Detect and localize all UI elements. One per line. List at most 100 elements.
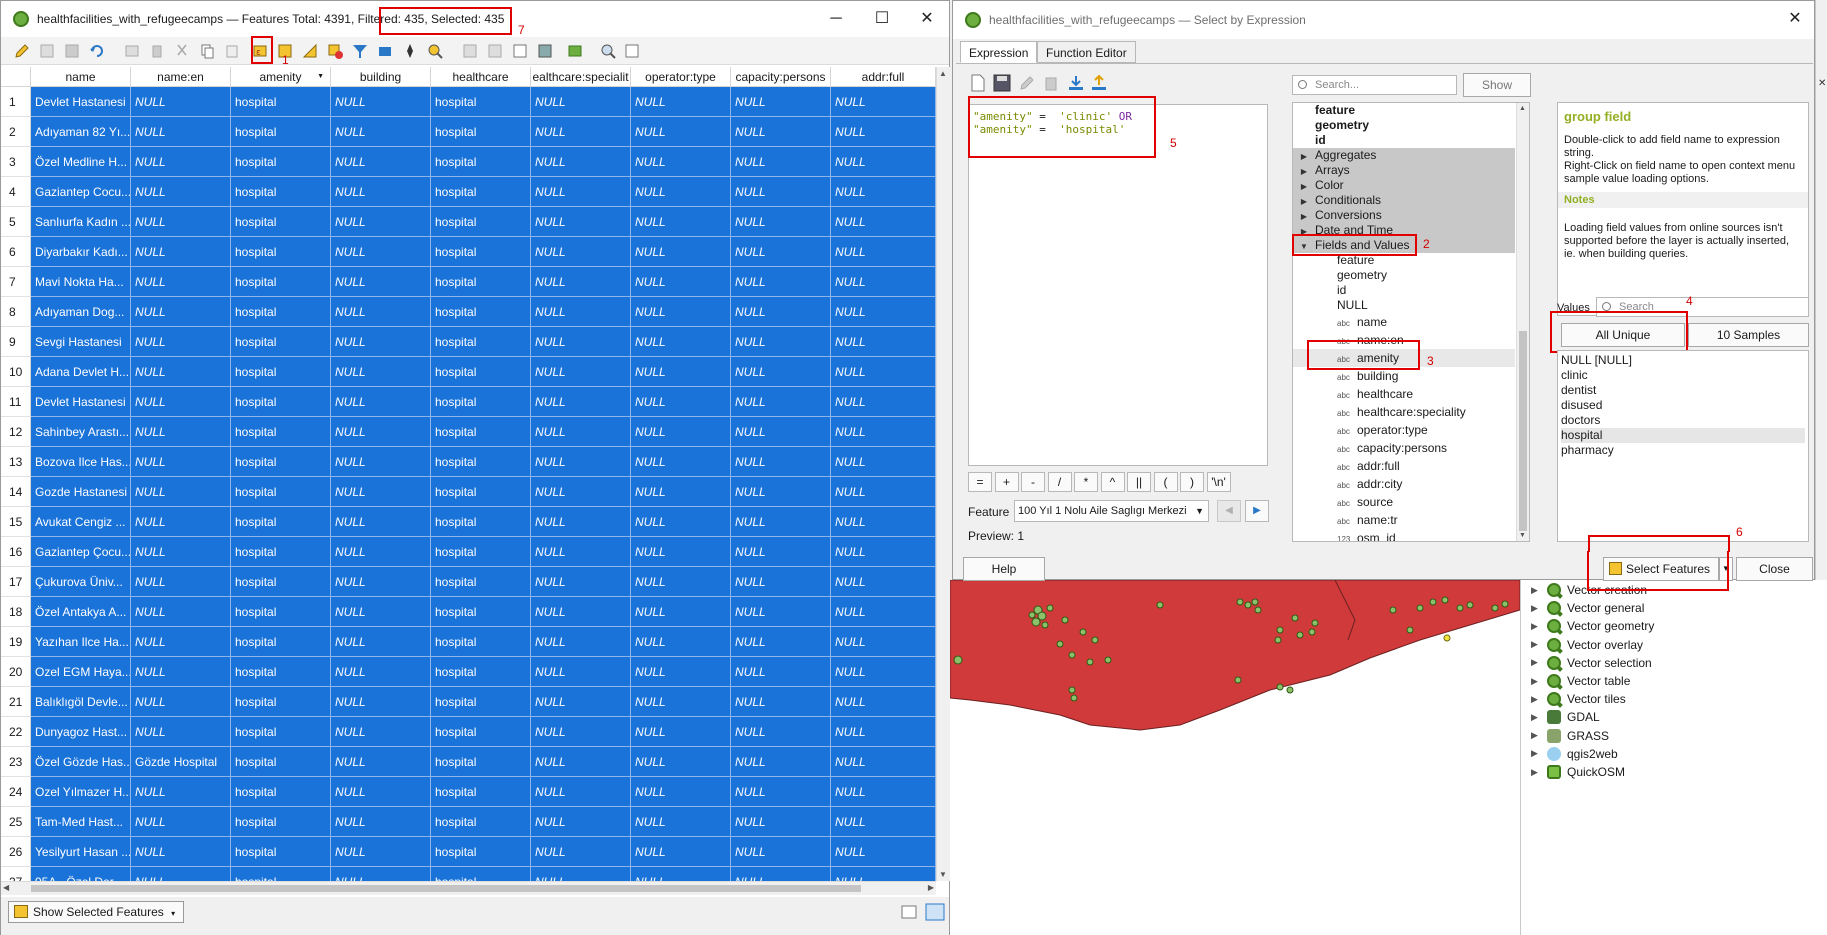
close-window-button[interactable]: ✕ [912,7,942,31]
paste-icon[interactable] [223,42,241,60]
table-cell-amenity[interactable]: hospital [231,267,331,297]
table-cell-building[interactable]: NULL [331,687,431,717]
table-cell-healthcare[interactable]: hospital [431,837,531,867]
tree-item-geometry[interactable]: geometry [1293,268,1515,283]
table-cell-spec[interactable]: NULL [531,267,631,297]
table-cell-amenity[interactable]: hospital [231,237,331,267]
table-cell-name[interactable]: Özel Antakya A... [31,597,131,627]
table-row[interactable]: 22 Dunyagoz Hast... NULL hospital NULL hospit… [1,717,936,747]
table-row[interactable]: 6 Diyarbakır Kadı... NULL hospital NULL hospi… [1,237,936,267]
table-cell-name-en[interactable]: NULL [131,267,231,297]
table-cell-optype[interactable]: NULL [631,837,731,867]
table-cell-addr[interactable]: NULL [831,657,936,687]
table-cell-cap[interactable]: NULL [731,87,831,117]
processing-item-vector-selection[interactable]: ▶ Vector selection [1531,654,1652,672]
table-cell-amenity[interactable]: hospital [231,537,331,567]
table-cell-healthcare[interactable]: hospital [431,177,531,207]
export-icon[interactable] [1090,74,1108,92]
expand-right-icon[interactable]: ▶ [1531,676,1543,687]
table-cell-addr[interactable]: NULL [831,597,936,627]
table-cell-name[interactable]: Mavi Nokta Ha... [31,267,131,297]
table-cell-spec[interactable]: NULL [531,597,631,627]
table-cell-amenity[interactable]: hospital [231,747,331,777]
tree-field-addr-city[interactable]: abc addr:city [1293,475,1515,493]
attribute-table[interactable]: name name:en amenity ▼ building healthcare eal… [1,67,951,881]
table-cell-optype[interactable]: NULL [631,327,731,357]
maximize-button[interactable]: ☐ [867,7,897,31]
expression-editor[interactable]: "amenity" = 'clinic' OR "amenity" = 'hos… [968,104,1268,466]
table-cell-healthcare[interactable]: hospital [431,477,531,507]
column-header-name-en[interactable]: name:en [131,67,231,87]
import-icon[interactable] [1067,74,1085,92]
tree-scrollbar[interactable]: ▲ ▼ [1516,103,1529,541]
column-header-healthcare[interactable]: healthcare [431,67,531,87]
help-button[interactable]: Help [963,557,1045,581]
operator-button[interactable]: || [1127,472,1151,492]
table-cell-name-en[interactable]: NULL [131,387,231,417]
column-header-spec[interactable]: ealthcare:specialit [531,67,631,87]
table-cell-addr[interactable]: NULL [831,147,936,177]
row-number[interactable]: 4 [1,177,31,207]
table-cell-building[interactable]: NULL [331,297,431,327]
tree-field-name[interactable]: abc name [1293,313,1515,331]
tab-expression[interactable]: Expression [960,41,1038,63]
new-field-icon[interactable] [461,42,479,60]
table-row[interactable]: 12 Sahinbey Arastı... NULL hospital NULL hosp… [1,417,936,447]
table-cell-name[interactable]: Dunyagoz Hast... [31,717,131,747]
table-cell-optype[interactable]: NULL [631,147,731,177]
table-cell-cap[interactable]: NULL [731,717,831,747]
table-cell-name[interactable]: Sanlıurfa Kadın ... [31,207,131,237]
table-cell-cap[interactable]: NULL [731,747,831,777]
expand-right-icon[interactable]: ▶ [1293,149,1315,164]
reload-icon[interactable] [88,42,106,60]
table-row[interactable]: 20 Ozel EGM Haya... NULL hospital NULL hospit… [1,657,936,687]
table-cell-cap[interactable]: NULL [731,147,831,177]
table-cell-spec[interactable]: NULL [531,447,631,477]
row-number[interactable]: 10 [1,357,31,387]
table-cell-addr[interactable]: NULL [831,687,936,717]
table-cell-spec[interactable]: NULL [531,507,631,537]
row-number[interactable]: 18 [1,597,31,627]
table-row[interactable]: 15 Avukat Cengiz ... NULL hospital NULL hospi… [1,507,936,537]
table-cell-optype[interactable]: NULL [631,567,731,597]
table-cell-spec[interactable]: NULL [531,387,631,417]
cut-icon[interactable] [173,42,191,60]
tree-item-geometry[interactable]: geometry [1293,118,1515,133]
new-file-icon[interactable] [970,74,986,92]
table-cell-building[interactable]: NULL [331,837,431,867]
zoom-to-selected-icon[interactable] [426,42,444,60]
table-cell-optype[interactable]: NULL [631,747,731,777]
invert-selection-icon[interactable] [301,42,319,60]
expand-right-icon[interactable]: ▶ [1293,179,1315,194]
table-cell-spec[interactable]: NULL [531,537,631,567]
table-cell-building[interactable]: NULL [331,417,431,447]
operator-button[interactable]: = [968,472,992,492]
table-cell-building[interactable]: NULL [331,477,431,507]
table-cell-name-en[interactable]: NULL [131,297,231,327]
table-row[interactable]: 16 Gaziantep Çocu... NULL hospital NULL hospi… [1,537,936,567]
table-cell-addr[interactable]: NULL [831,837,936,867]
column-header-amenity[interactable]: amenity ▼ [231,67,331,87]
expand-right-icon[interactable]: ▶ [1293,164,1315,179]
table-cell-building[interactable]: NULL [331,147,431,177]
table-cell-building[interactable]: NULL [331,747,431,777]
tree-field-name-tr[interactable]: abc name:tr [1293,511,1515,529]
table-cell-cap[interactable]: NULL [731,687,831,717]
table-cell-building[interactable]: NULL [331,657,431,687]
expand-right-icon[interactable]: ▶ [1531,730,1543,741]
table-cell-healthcare[interactable]: hospital [431,627,531,657]
table-cell-optype[interactable]: NULL [631,777,731,807]
table-cell-cap[interactable]: NULL [731,597,831,627]
row-number[interactable]: 12 [1,417,31,447]
row-number[interactable]: 25 [1,807,31,837]
table-cell-addr[interactable]: NULL [831,117,936,147]
table-cell-spec[interactable]: NULL [531,327,631,357]
table-cell-name[interactable]: Çukurova Üniv... [31,567,131,597]
row-number[interactable]: 6 [1,237,31,267]
table-cell-optype[interactable]: NULL [631,207,731,237]
table-cell-optype[interactable]: NULL [631,717,731,747]
table-cell-amenity[interactable]: hospital [231,297,331,327]
table-cell-cap[interactable]: NULL [731,417,831,447]
next-feature-button[interactable]: ▶ [1245,500,1269,522]
table-cell-optype[interactable]: NULL [631,657,731,687]
